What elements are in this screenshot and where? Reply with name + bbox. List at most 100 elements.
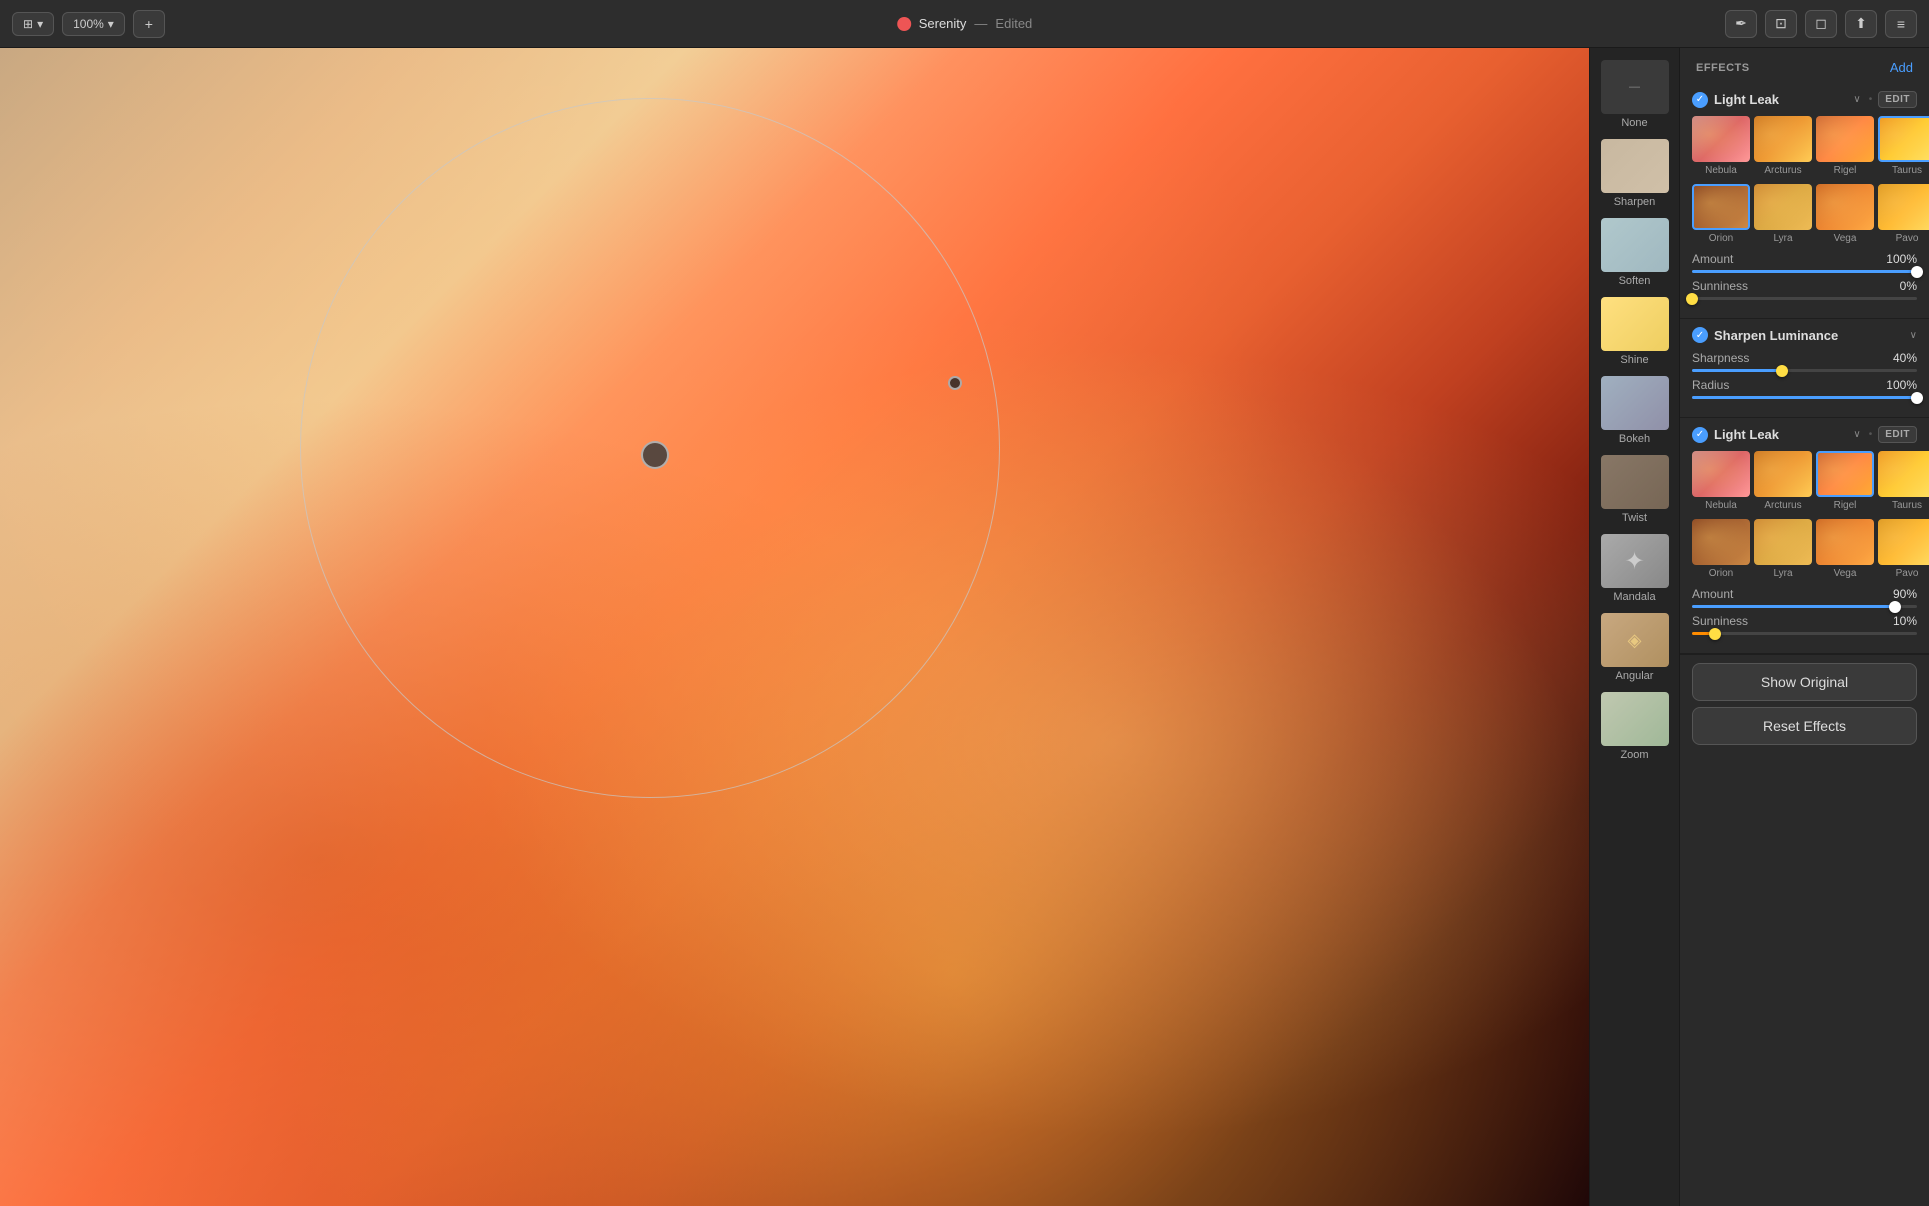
amount-1-track[interactable]: [1692, 270, 1917, 273]
sunniness-2-thumb[interactable]: [1709, 628, 1721, 640]
preset-rigel-2[interactable]: Rigel: [1816, 451, 1874, 511]
preset-orion-2-label: Orion: [1709, 568, 1733, 579]
preset-vega-1[interactable]: Vega: [1816, 184, 1874, 244]
light-leak-1-name[interactable]: Light Leak: [1714, 92, 1847, 107]
title-area: Serenity — Edited: [897, 16, 1033, 31]
light-leak-1-chevron[interactable]: ∨: [1853, 94, 1860, 105]
light-leak-2-amount-slider: Amount 90%: [1692, 587, 1917, 608]
chevron-icon: ▾: [37, 17, 43, 31]
effects-title: EFFECTS: [1696, 62, 1750, 74]
thumbnail-strip: — None Sharpen Soften Shine Bokeh: [1590, 48, 1680, 1206]
thumb-angular-label: Angular: [1616, 670, 1654, 682]
preset-orion-2[interactable]: Orion: [1692, 519, 1750, 579]
amount-2-track[interactable]: [1692, 605, 1917, 608]
canvas-overlay: [0, 48, 1589, 1206]
sharpness-track[interactable]: [1692, 369, 1917, 372]
preset-taurus-2[interactable]: Taurus: [1878, 451, 1929, 511]
effects-header: EFFECTS Add: [1680, 48, 1929, 83]
preset-arcturus-2[interactable]: Arcturus: [1754, 451, 1812, 511]
preset-nebula-2[interactable]: Nebula: [1692, 451, 1750, 511]
amount-1-thumb[interactable]: [1911, 266, 1923, 278]
light-leak-2-chevron[interactable]: ∨: [1853, 429, 1860, 440]
preset-rigel-2-thumb: [1816, 451, 1874, 497]
bottom-buttons: Show Original Reset Effects: [1680, 654, 1929, 753]
preset-lyra-2[interactable]: Lyra: [1754, 519, 1812, 579]
zoom-value: 100%: [73, 17, 104, 31]
light-leak-2-presets-row1: Nebula Arcturus Rigel Taurus: [1692, 451, 1917, 511]
sunniness-1-track[interactable]: [1692, 297, 1917, 300]
add-effect-button[interactable]: Add: [1890, 60, 1913, 75]
zoom-select[interactable]: 100% ▾: [62, 12, 125, 36]
sharpness-value: 40%: [1893, 351, 1917, 365]
thumb-angular[interactable]: ◈ Angular: [1597, 609, 1673, 686]
export-tool-btn[interactable]: ⬆: [1845, 10, 1877, 38]
preset-orion-1[interactable]: Orion: [1692, 184, 1750, 244]
sharpness-label: Sharpness: [1692, 351, 1749, 365]
preset-orion-1-label: Orion: [1709, 233, 1733, 244]
file-icon: [897, 17, 911, 31]
view-toggle[interactable]: ⊞ ▾: [12, 12, 54, 36]
thumb-bokeh[interactable]: Bokeh: [1597, 372, 1673, 449]
thumb-sharpen[interactable]: Sharpen: [1597, 135, 1673, 212]
preset-rigel-2-label: Rigel: [1834, 500, 1857, 511]
settings-tool-btn[interactable]: ≡: [1885, 10, 1917, 38]
thumb-twist[interactable]: Twist: [1597, 451, 1673, 528]
preset-lyra-1[interactable]: Lyra: [1754, 184, 1812, 244]
preset-vega-2[interactable]: Vega: [1816, 519, 1874, 579]
sunniness-2-track[interactable]: [1692, 632, 1917, 635]
radius-thumb[interactable]: [1911, 392, 1923, 404]
radial-center-handle[interactable]: [641, 441, 669, 469]
light-leak-1-edit-button[interactable]: EDIT: [1878, 91, 1917, 108]
preset-nebula-1-label: Nebula: [1705, 165, 1737, 176]
preset-lyra-1-label: Lyra: [1773, 233, 1792, 244]
preset-nebula-2-label: Nebula: [1705, 500, 1737, 511]
thumb-zoom[interactable]: Zoom: [1597, 688, 1673, 765]
panel-content: — None Sharpen Soften Shine Bokeh: [1590, 48, 1929, 1206]
radius-value: 100%: [1886, 378, 1917, 392]
preset-taurus-1[interactable]: Taurus: [1878, 116, 1929, 176]
light-leak-2-edit-button[interactable]: EDIT: [1878, 426, 1917, 443]
preset-pavo-1[interactable]: Pavo: [1878, 184, 1929, 244]
light-leak-2-checkbox[interactable]: ✓: [1692, 427, 1708, 443]
reset-effects-button[interactable]: Reset Effects: [1692, 707, 1917, 745]
radius-track[interactable]: [1692, 396, 1917, 399]
thumb-none[interactable]: — None: [1597, 56, 1673, 133]
sunniness-2-header: Sunniness 10%: [1692, 614, 1917, 628]
thumb-mandala-label: Mandala: [1613, 591, 1655, 603]
pen-tool-btn[interactable]: ✒: [1725, 10, 1757, 38]
canvas-area[interactable]: [0, 48, 1589, 1206]
crop-tool-btn[interactable]: ⊡: [1765, 10, 1797, 38]
amount-2-thumb[interactable]: [1889, 601, 1901, 613]
preset-pavo-2-thumb: [1878, 519, 1929, 565]
sharpness-thumb[interactable]: [1776, 365, 1788, 377]
thumb-mandala[interactable]: ✦ Mandala: [1597, 530, 1673, 607]
thumb-shine[interactable]: Shine: [1597, 293, 1673, 370]
stamp-tool-btn[interactable]: ◻: [1805, 10, 1837, 38]
sunniness-1-thumb[interactable]: [1686, 293, 1698, 305]
thumb-none-label: None: [1621, 117, 1647, 129]
thumb-zoom-label: Zoom: [1620, 749, 1648, 761]
radius-slider: Radius 100%: [1692, 378, 1917, 399]
preset-lyra-2-thumb: [1754, 519, 1812, 565]
sharpen-luminance-name[interactable]: Sharpen Luminance: [1714, 328, 1904, 343]
light-leak-2-name[interactable]: Light Leak: [1714, 427, 1847, 442]
sharpen-luminance-checkbox[interactable]: ✓: [1692, 327, 1708, 343]
toolbar: ⊞ ▾ 100% ▾ + Serenity — Edited ✒ ⊡ ◻ ⬆ ≡: [0, 0, 1929, 48]
sharpen-luminance-chevron[interactable]: ∨: [1910, 330, 1917, 341]
canvas-image: [0, 48, 1589, 1206]
light-leak-1-checkbox[interactable]: ✓: [1692, 92, 1708, 108]
preset-nebula-1[interactable]: Nebula: [1692, 116, 1750, 176]
preset-pavo-2[interactable]: Pavo: [1878, 519, 1929, 579]
sunniness-1-label: Sunniness: [1692, 279, 1748, 293]
preset-pavo-1-thumb: [1878, 184, 1929, 230]
toolbar-right: ✒ ⊡ ◻ ⬆ ≡: [1725, 10, 1917, 38]
light-leak-2-header: ✓ Light Leak ∨ • EDIT: [1692, 426, 1917, 443]
preset-rigel-1[interactable]: Rigel: [1816, 116, 1874, 176]
light-leak-1-dot: •: [1869, 94, 1873, 105]
thumb-soften[interactable]: Soften: [1597, 214, 1673, 291]
preset-arcturus-1[interactable]: Arcturus: [1754, 116, 1812, 176]
add-button[interactable]: +: [133, 10, 165, 38]
show-original-button[interactable]: Show Original: [1692, 663, 1917, 701]
radial-edge-handle[interactable]: [948, 376, 962, 390]
sharpen-luminance-block: ✓ Sharpen Luminance ∨ Sharpness 40%: [1680, 319, 1929, 418]
